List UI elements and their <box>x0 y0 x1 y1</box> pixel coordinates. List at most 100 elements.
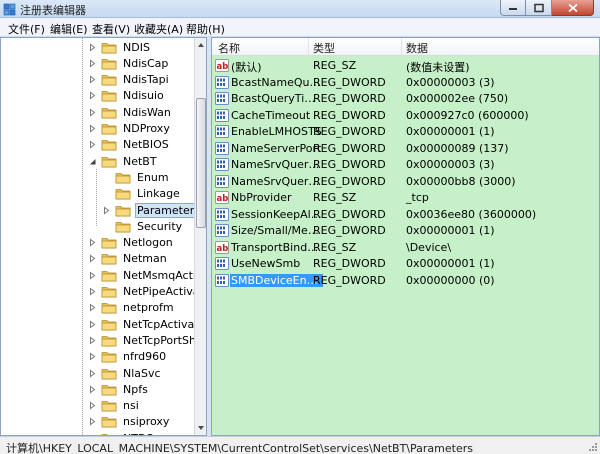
tree-expander[interactable] <box>88 75 97 84</box>
expand-arrow-icon[interactable] <box>88 303 97 312</box>
tree-scroll-thumb[interactable] <box>196 98 206 228</box>
tree-node-parameters[interactable]: Parameters <box>102 202 202 218</box>
value-row[interactable]: BcastNameQueryCountREG_DWORD 0x00000003 (… <box>212 75 599 91</box>
tree-expander[interactable] <box>88 108 97 117</box>
expand-arrow-icon[interactable] <box>88 352 97 361</box>
title-bar[interactable]: 注册表编辑器 <box>0 0 600 18</box>
tree-node-nlasvc[interactable]: NlaSvc <box>88 365 163 381</box>
tree-node-netmsmqactivator[interactable]: NetMsmqActivator <box>88 267 206 283</box>
value-row[interactable]: NameServerPort REG_DWORD 0x00000089 (137) <box>212 141 599 157</box>
tree-expander[interactable] <box>88 287 97 296</box>
tree-expander[interactable] <box>88 401 97 410</box>
tree-node-npfs[interactable]: Npfs <box>88 381 150 397</box>
value-row[interactable]: BcastQueryTimeoutREG_DWORD 0x000002ee (75… <box>212 91 599 107</box>
expand-arrow-icon[interactable] <box>88 320 97 329</box>
value-row[interactable]: ab NbProvider REG_SZ _tcp <box>212 190 599 206</box>
tree-node-ndisuio[interactable]: Ndisuio <box>88 88 166 104</box>
column-type-header[interactable]: 类型 <box>313 40 335 56</box>
tree-expander[interactable] <box>88 369 97 378</box>
tree-expander[interactable] <box>88 254 97 263</box>
expand-arrow-icon[interactable] <box>88 369 97 378</box>
tree-node-ndiscap[interactable]: NdisCap <box>88 55 170 71</box>
resize-grip-icon[interactable] <box>588 442 598 452</box>
value-row[interactable]: SMBDeviceEnabledREG_DWORD 0x00000000 (0) <box>212 273 599 289</box>
value-row[interactable]: NameSrvQueryCountREG_DWORD 0x00000003 (3) <box>212 157 599 173</box>
expand-arrow-icon[interactable] <box>88 140 97 149</box>
value-row[interactable]: EnableLMHOSTS REG_DWORD 0x00000001 (1) <box>212 124 599 140</box>
scroll-up-icon[interactable] <box>196 39 206 51</box>
expand-arrow-icon[interactable] <box>88 108 97 117</box>
tree-node-enum[interactable]: Enum <box>102 169 171 185</box>
tree-expander[interactable] <box>88 303 97 312</box>
tree-expander[interactable] <box>102 206 111 215</box>
expand-arrow-icon[interactable] <box>88 238 97 247</box>
tree-expander[interactable] <box>88 157 97 166</box>
value-row[interactable]: Size/Small/Medium/LargeREG_DWORD 0x000000… <box>212 223 599 239</box>
tree-node-nsiproxy[interactable]: nsiproxy <box>88 414 171 430</box>
scroll-down-icon[interactable] <box>196 422 206 434</box>
folder-icon <box>101 91 117 102</box>
tree-expander[interactable] <box>88 43 97 52</box>
expand-arrow-icon[interactable] <box>88 124 97 133</box>
close-button[interactable] <box>552 0 594 16</box>
value-row[interactable]: SessionKeepAlive REG_DWORD 0x0036ee80 (360… <box>212 207 599 223</box>
expand-arrow-icon[interactable] <box>88 43 97 52</box>
tree-expander[interactable] <box>88 352 97 361</box>
tree-node-netbios[interactable]: NetBIOS <box>88 137 171 153</box>
expand-arrow-icon[interactable] <box>88 385 97 394</box>
menu-view[interactable]: 查看(V) <box>92 21 130 37</box>
column-data-header[interactable]: 数据 <box>406 40 428 56</box>
tree-node-nsi[interactable]: nsi <box>88 398 141 414</box>
expand-arrow-icon[interactable] <box>88 59 97 68</box>
tree-node-ndiswan[interactable]: NdisWan <box>88 104 173 120</box>
value-row[interactable]: abTransportBindNameREG_SZ \Device\ <box>212 240 599 256</box>
expand-arrow-icon[interactable] <box>88 271 97 280</box>
tree-node-netlogon[interactable]: Netlogon <box>88 235 175 251</box>
tree-node-netpipeactivator[interactable]: NetPipeActivator <box>88 284 206 300</box>
tree-expander[interactable] <box>88 140 97 149</box>
menu-help[interactable]: 帮助(H) <box>186 21 225 37</box>
maximize-button[interactable] <box>526 0 552 16</box>
expand-arrow-icon[interactable] <box>88 417 97 426</box>
value-row[interactable]: UseNewSmb REG_DWORD 0x00000001 (1) <box>212 256 599 272</box>
tree-node-netbt[interactable]: NetBT <box>88 153 159 169</box>
menu-edit[interactable]: 编辑(E) <box>50 21 88 37</box>
tree-node-security[interactable]: Security <box>102 218 184 234</box>
value-row[interactable]: CacheTimeout REG_DWORD 0x000927c0 (600000) <box>212 108 599 124</box>
tree-expander[interactable] <box>88 385 97 394</box>
tree-expander[interactable] <box>88 271 97 280</box>
tree-expander[interactable] <box>88 238 97 247</box>
tree-expander[interactable] <box>88 336 97 345</box>
menu-favorites[interactable]: 收藏夹(A) <box>134 21 183 37</box>
value-row[interactable]: ab (默认) REG_SZ (数值未设置) <box>212 58 599 74</box>
tree-node-nettcpactivator[interactable]: NetTcpActivator <box>88 316 206 332</box>
minimize-button[interactable] <box>500 0 526 16</box>
collapse-arrow-icon[interactable] <box>88 157 97 166</box>
tree-expander[interactable] <box>88 59 97 68</box>
tree-node-netman[interactable]: Netman <box>88 251 169 267</box>
expand-arrow-icon[interactable] <box>88 287 97 296</box>
tree-expander[interactable] <box>88 320 97 329</box>
column-name-header[interactable]: 名称 <box>218 40 240 56</box>
tree-node-nfrd960[interactable]: nfrd960 <box>88 349 168 365</box>
menu-file[interactable]: 文件(F) <box>8 21 45 37</box>
tree-node-nettcpportsharing[interactable]: NetTcpPortSharing <box>88 332 206 348</box>
tree-expander[interactable] <box>88 417 97 426</box>
tree-expander[interactable] <box>88 124 97 133</box>
tree-scrollbar[interactable] <box>194 38 206 435</box>
expand-arrow-icon[interactable] <box>88 254 97 263</box>
tree-node-ndistapi[interactable]: NdisTapi <box>88 72 171 88</box>
values-list[interactable]: 名称 类型 数据 ab (默认) REG_SZ (数值未设置) BcastNameQu… <box>211 37 600 436</box>
expand-arrow-icon[interactable] <box>88 401 97 410</box>
tree-node-linkage[interactable]: Linkage <box>102 186 182 202</box>
registry-tree[interactable]: NDIS NdisCap NdisTapi Ndisuio NdisWan ND… <box>0 37 207 436</box>
tree-node-netprofm[interactable]: netprofm <box>88 300 176 316</box>
value-row[interactable]: NameSrvQueryTimeoutREG_DWORD 0x00000bb8 (… <box>212 174 599 190</box>
tree-node-ndproxy[interactable]: NDProxy <box>88 121 172 137</box>
tree-node-ndis[interactable]: NDIS <box>88 39 152 55</box>
expand-arrow-icon[interactable] <box>88 91 97 100</box>
expand-arrow-icon[interactable] <box>102 206 111 215</box>
expand-arrow-icon[interactable] <box>88 336 97 345</box>
expand-arrow-icon[interactable] <box>88 75 97 84</box>
tree-expander[interactable] <box>88 91 97 100</box>
